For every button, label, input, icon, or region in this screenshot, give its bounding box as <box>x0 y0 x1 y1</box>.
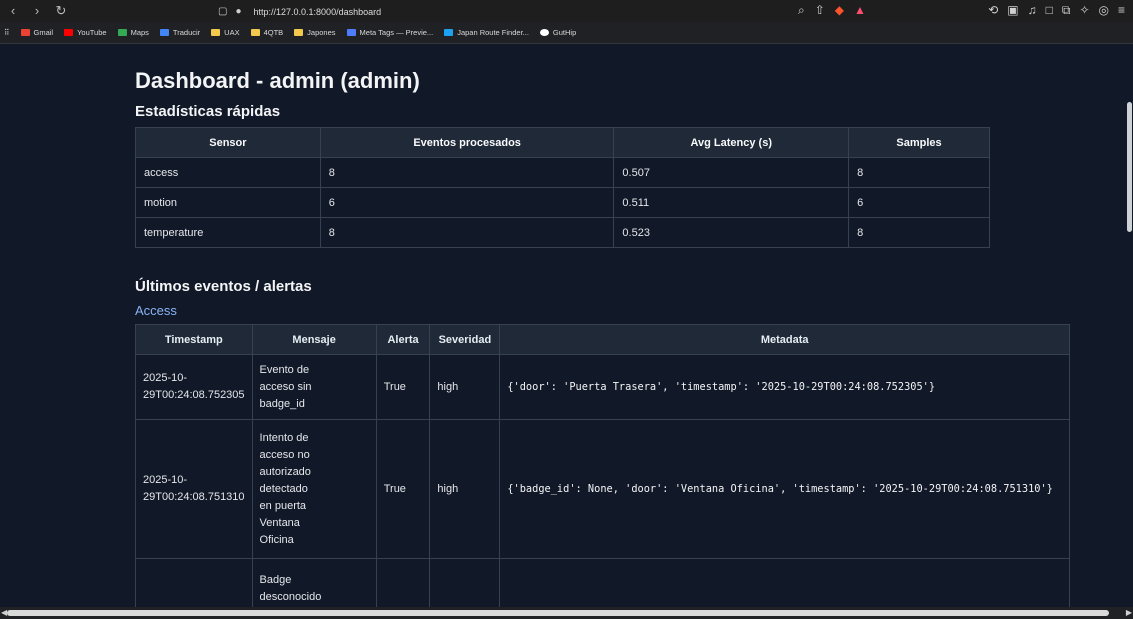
timestamp-cell: 2025-10- 29T00:24:08.752305 <box>135 354 253 420</box>
message-cell: Evento de acceso sin badge_id <box>251 354 377 420</box>
bookmark-youtube[interactable]: YouTube <box>64 28 107 37</box>
brave-shield-icon[interactable]: ◆ <box>835 3 844 18</box>
music-icon[interactable]: ♫ <box>1028 3 1037 18</box>
back-icon[interactable]: ‹ <box>6 4 20 18</box>
timestamp-cell: 2025-10- 29T00:24:08.751310 <box>135 419 253 559</box>
severity-cell: high <box>429 419 501 559</box>
vertical-scrollbar-thumb[interactable] <box>1127 102 1132 232</box>
table-row: motion 6 0.511 6 <box>135 187 990 218</box>
address-bar[interactable]: ▢ ● http://127.0.0.1:8000/dashboard <box>218 3 878 20</box>
alert-cell <box>375 558 431 607</box>
sidebar-icon[interactable]: □ <box>1046 3 1053 18</box>
events-table: Timestamp Mensaje Alerta Severidad Metad… <box>135 324 1070 607</box>
bookmark-japones[interactable]: Japones <box>294 28 336 37</box>
events-header-message: Mensaje <box>251 324 377 355</box>
stats-header-latency: Avg Latency (s) <box>613 127 850 158</box>
severity-cell: high <box>429 354 501 420</box>
bookmark-maps[interactable]: Maps <box>117 28 149 37</box>
alert-cell: True <box>375 354 431 420</box>
stats-header-sensor: Sensor <box>135 127 321 158</box>
events-header-row: Timestamp Mensaje Alerta Severidad Metad… <box>135 324 1070 355</box>
timestamp-cell <box>135 558 253 607</box>
stats-cell: motion <box>135 187 321 218</box>
toolbar-extensions: ⟲ ▣ ♫ □ ⧉ ✧ ◎ ≡ <box>988 3 1125 18</box>
bookmark-page-icon[interactable]: ▢ <box>218 6 227 17</box>
stats-cell: 0.523 <box>613 217 850 248</box>
vertical-scrollbar[interactable] <box>1126 44 1133 607</box>
share-icon[interactable]: ⇧ <box>815 3 825 18</box>
bookmark-github[interactable]: GutHip <box>539 28 576 37</box>
table-row: temperature 8 0.523 8 <box>135 217 990 248</box>
stats-cell: 6 <box>319 187 615 218</box>
screenshot-icon[interactable]: ⧉ <box>1062 3 1071 18</box>
stats-header-events: Eventos procesados <box>319 127 615 158</box>
bookmark-uax[interactable]: UAX <box>211 28 240 37</box>
address-actions: ⌕ ⇧ ◆ ▲ <box>798 3 866 18</box>
stats-cell: 6 <box>848 187 990 218</box>
bookmark-gmail[interactable]: Gmail <box>20 28 53 37</box>
page-content: Dashboard - admin (admin) Estadísticas r… <box>0 44 1126 607</box>
stats-cell: temperature <box>135 217 321 248</box>
message-cell: Intento de acceso no autorizado detectad… <box>251 419 377 559</box>
forward-icon[interactable]: › <box>30 4 44 18</box>
metadata-cell <box>499 558 1070 607</box>
severity-cell <box>429 558 501 607</box>
apps-icon[interactable]: ⠿ <box>4 28 10 37</box>
table-row: 2025-10- 29T00:24:08.752305 Evento de ac… <box>135 354 1070 420</box>
events-header-timestamp: Timestamp <box>135 324 253 355</box>
zoom-icon[interactable]: ⌕ <box>798 3 805 18</box>
stats-cell: 8 <box>319 157 615 188</box>
table-row: Badge desconocido <box>135 558 1070 607</box>
table-row: 2025-10- 29T00:24:08.751310 Intento de a… <box>135 419 1070 559</box>
puzzle-icon[interactable]: ✧ <box>1079 3 1089 18</box>
bookmark-meta-tags[interactable]: Meta Tags — Previe... <box>346 28 433 37</box>
bookmarks-bar: ⠿ Gmail YouTube Maps Traducir UAX 4QTB J… <box>0 22 1133 44</box>
bookmark-translate[interactable]: Traducir <box>159 28 200 37</box>
events-header-metadata: Metadata <box>499 324 1070 355</box>
stats-cell: 0.507 <box>613 157 850 188</box>
rewards-icon[interactable]: ▲ <box>854 3 866 18</box>
message-cell: Badge desconocido <box>251 558 377 607</box>
vpn-icon[interactable]: ◎ <box>1099 3 1109 18</box>
wallet-icon[interactable]: ▣ <box>1007 3 1018 18</box>
extension-icon[interactable]: ⟲ <box>988 3 998 18</box>
reload-icon[interactable]: ↻ <box>54 4 68 18</box>
metadata-cell: {'badge_id': None, 'door': 'Ventana Ofic… <box>499 419 1070 559</box>
stats-cell: 8 <box>848 157 990 188</box>
horizontal-scrollbar[interactable]: ◀ ▶ <box>0 607 1133 619</box>
dashboard-main: Dashboard - admin (admin) Estadísticas r… <box>135 44 1075 607</box>
page-title: Dashboard - admin (admin) <box>135 68 420 93</box>
browser-toolbar: ‹ › ↻ ▢ ● http://127.0.0.1:8000/dashboar… <box>0 0 1133 22</box>
site-info-icon[interactable]: ● <box>235 6 241 17</box>
stats-cell: 8 <box>319 217 615 248</box>
stats-cell: access <box>135 157 321 188</box>
events-header-severity: Severidad <box>429 324 501 355</box>
metadata-cell: {'door': 'Puerta Trasera', 'timestamp': … <box>499 354 1070 420</box>
events-title: Últimos eventos / alertas <box>135 278 312 295</box>
stats-cell: 8 <box>848 217 990 248</box>
stats-header-row: Sensor Eventos procesados Avg Latency (s… <box>135 127 990 158</box>
bookmark-4qtb[interactable]: 4QTB <box>250 28 283 37</box>
stats-cell: 0.511 <box>613 187 850 218</box>
stats-header-samples: Samples <box>848 127 990 158</box>
scroll-right-icon[interactable]: ▶ <box>1126 608 1132 617</box>
browser-chrome: ‹ › ↻ ▢ ● http://127.0.0.1:8000/dashboar… <box>0 0 1133 44</box>
access-section-link[interactable]: Access <box>135 303 1075 318</box>
stats-title: Estadísticas rápidas <box>135 103 281 120</box>
stats-table: Sensor Eventos procesados Avg Latency (s… <box>135 127 990 248</box>
table-row: access 8 0.507 8 <box>135 157 990 188</box>
bookmark-japan-route[interactable]: Japan Route Finder... <box>444 28 529 37</box>
events-header-alert: Alerta <box>375 324 431 355</box>
url-text[interactable]: http://127.0.0.1:8000/dashboard <box>254 7 382 17</box>
alert-cell: True <box>375 419 431 559</box>
menu-icon[interactable]: ≡ <box>1118 3 1125 18</box>
horizontal-scrollbar-thumb[interactable] <box>7 610 1109 616</box>
